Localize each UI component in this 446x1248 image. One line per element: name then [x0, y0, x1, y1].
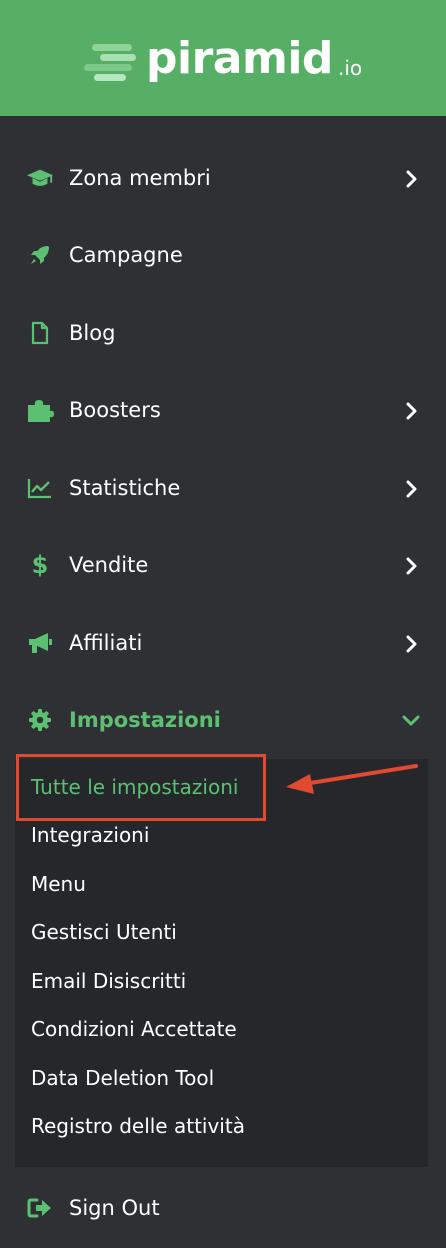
- submenu-item-integrazioni[interactable]: Integrazioni: [31, 821, 149, 849]
- submenu-item-data-deletion-tool[interactable]: Data Deletion Tool: [31, 1064, 214, 1092]
- brand-name: piramid: [146, 33, 333, 84]
- chevron-right-icon: [406, 557, 417, 575]
- annotation-arrow-icon: [286, 764, 418, 794]
- sidebar-item-label: Impostazioni: [69, 708, 221, 732]
- sidebar-item-vendite[interactable]: $ Vendite: [0, 535, 446, 595]
- chevron-right-icon: [406, 402, 417, 420]
- chevron-right-icon: [406, 170, 417, 188]
- graduation-cap-icon: [26, 166, 54, 190]
- logo-mark-icon: [84, 44, 136, 81]
- submenu-item-gestisci-utenti[interactable]: Gestisci Utenti: [31, 918, 177, 946]
- sign-out-label: Sign Out: [69, 1196, 160, 1220]
- file-icon: [26, 321, 54, 345]
- sign-out-icon: [26, 1196, 54, 1220]
- sidebar-item-statistiche[interactable]: Statistiche: [0, 458, 446, 518]
- line-chart-icon: [26, 476, 54, 500]
- sidebar-item-label: Vendite: [69, 553, 149, 577]
- sidebar-item-affiliati[interactable]: Affiliati: [0, 613, 446, 673]
- sidebar-item-campagne[interactable]: Campagne: [0, 225, 446, 285]
- chevron-right-icon: [406, 480, 417, 498]
- sidebar-item-impostazioni[interactable]: Impostazioni: [0, 690, 446, 750]
- sidebar-item-label: Campagne: [69, 243, 183, 267]
- sidebar-item-boosters[interactable]: Boosters: [0, 380, 446, 440]
- puzzle-icon: [26, 398, 54, 422]
- submenu-item-registro-attivita[interactable]: Registro delle attività: [31, 1112, 245, 1140]
- sidebar-item-label: Boosters: [69, 398, 161, 422]
- submenu-item-condizioni-accettate[interactable]: Condizioni Accettate: [31, 1015, 237, 1043]
- sidebar-item-label: Statistiche: [69, 476, 181, 500]
- gear-icon: [26, 708, 54, 732]
- submenu-item-menu[interactable]: Menu: [31, 870, 86, 898]
- brand-suffix: .io: [338, 56, 363, 80]
- annotation-highlight-box: [16, 754, 266, 821]
- megaphone-icon: [26, 631, 54, 655]
- dollar-icon: $: [31, 551, 49, 579]
- sidebar-item-label: Affiliati: [69, 631, 143, 655]
- sign-out-button[interactable]: Sign Out: [0, 1178, 446, 1238]
- sidebar-item-blog[interactable]: Blog: [0, 303, 446, 363]
- sidebar-header: piramid .io: [0, 0, 446, 116]
- chevron-right-icon: [406, 635, 417, 653]
- rocket-icon: [26, 243, 54, 267]
- chevron-down-icon: [402, 715, 420, 726]
- sidebar-item-label: Blog: [69, 321, 116, 345]
- sidebar-item-zona-membri[interactable]: Zona membri: [0, 148, 446, 208]
- submenu-item-email-disiscritti[interactable]: Email Disiscritti: [31, 967, 186, 995]
- sidebar-item-label: Zona membri: [69, 166, 211, 190]
